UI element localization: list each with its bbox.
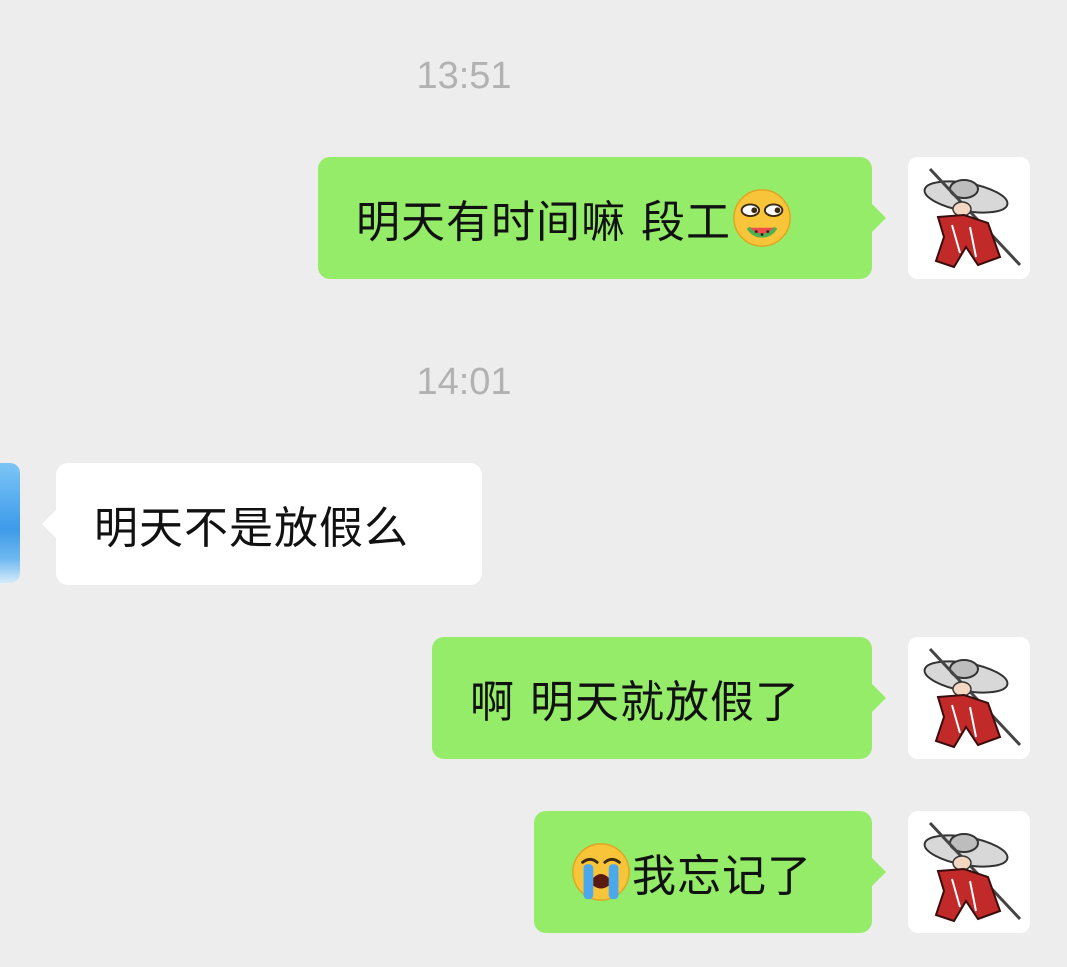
message-bubble-received[interactable]: 明天不是放假么 [42, 463, 482, 585]
message-bubble-sent[interactable]: 啊 明天就放假了 [432, 637, 886, 759]
loudly-crying-face-icon [570, 841, 632, 903]
timestamp: 13:51 [416, 55, 512, 97]
avatar[interactable] [908, 157, 1030, 279]
message-text: 明天不是放假么 [94, 503, 409, 554]
timestamp: 14:01 [416, 361, 512, 403]
message-text: 我忘记了 [632, 851, 812, 902]
message-bubble-sent[interactable]: 我忘记了 [534, 811, 886, 933]
message-text: 明天有时间嘛 段工 [356, 197, 731, 248]
message-text: 啊 明天就放假了 [470, 677, 800, 728]
avatar[interactable] [908, 637, 1030, 759]
avatar[interactable] [908, 811, 1030, 933]
drooling-face-eating-watermelon-icon [731, 187, 793, 249]
message-bubble-sent[interactable]: 明天有时间嘛 段工 [318, 157, 886, 279]
avatar[interactable] [0, 463, 20, 583]
